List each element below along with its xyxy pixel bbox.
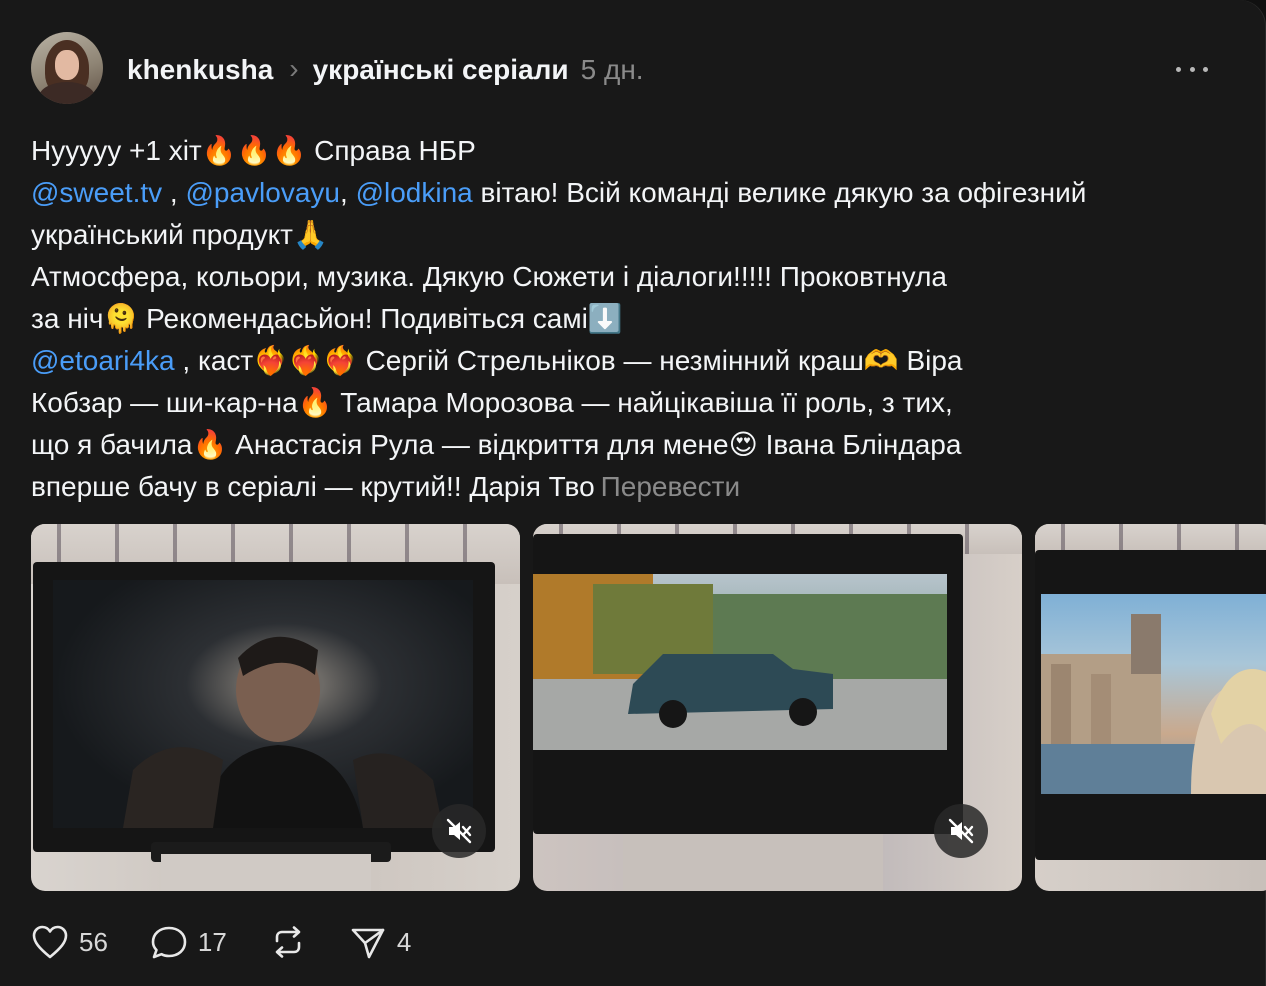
video-thumbnail[interactable] <box>31 524 520 891</box>
reply-button[interactable]: 17 <box>150 924 227 960</box>
media-carousel[interactable] <box>31 524 1266 891</box>
post-header: khenkusha › українські серіали 5 дн. <box>127 50 644 90</box>
repost-button[interactable] <box>269 924 307 960</box>
post-time[interactable]: 5 дн. <box>581 54 644 86</box>
post-text-line: Атмосфера, кольори, музика. Дякую Сюжети… <box>31 261 947 292</box>
mute-icon <box>446 818 472 844</box>
topic-link[interactable]: українські серіали <box>313 54 569 86</box>
translate-link[interactable]: Перевести <box>601 471 740 502</box>
video-thumbnail[interactable] <box>533 524 1022 891</box>
mute-icon <box>948 818 974 844</box>
post-text-line: що я бачила🔥 Анастасія Рула — відкриття … <box>31 429 962 460</box>
post-text-line: український продукт🙏 <box>31 219 328 250</box>
mute-button[interactable] <box>934 804 988 858</box>
chevron-right-icon: › <box>289 53 299 84</box>
share-count: 4 <box>396 926 412 957</box>
comment-icon <box>151 926 187 959</box>
video-thumbnail[interactable] <box>1035 524 1266 891</box>
like-button[interactable]: 56 <box>31 924 108 960</box>
username-link[interactable]: khenkusha <box>127 54 273 86</box>
repost-icon <box>275 926 301 958</box>
more-options-button[interactable] <box>1176 54 1208 84</box>
post-text-line: @etoari4ka , каст❤️‍🔥❤️‍🔥❤️‍🔥 Сергій Стр… <box>31 345 963 376</box>
post-actions: 56 17 4 <box>31 920 453 964</box>
reply-count: 17 <box>197 926 227 957</box>
mute-button[interactable] <box>432 804 486 858</box>
post-text-line: за ніч🫠 Рекомендасьйон! Подивіться самі⬇… <box>31 303 623 334</box>
mention-link[interactable]: @etoari4ka <box>31 345 175 376</box>
mention-link[interactable]: @lodkina <box>356 177 473 208</box>
more-horizontal-icon <box>1176 66 1181 72</box>
post-text-line: Нууууу +1 хіт🔥🔥🔥 Справа НБР <box>31 135 476 166</box>
mention-link[interactable]: @sweet.tv <box>31 177 162 208</box>
share-button[interactable]: 4 <box>349 924 411 960</box>
post-text-line: @sweet.tv , @pavlovayu, @lodkina вітаю! … <box>31 177 1087 208</box>
send-icon <box>351 928 385 959</box>
mention-link[interactable]: @pavlovayu <box>185 177 340 208</box>
post-text: Нууууу +1 хіт🔥🔥🔥 Справа НБР @sweet.tv , … <box>31 130 1221 508</box>
post-text-line: Кобзар — ши-кар-на🔥 Тамара Морозова — на… <box>31 387 953 418</box>
heart-icon <box>32 925 68 959</box>
post-card: khenkusha › українські серіали 5 дн. Нуу… <box>0 0 1266 986</box>
like-count: 56 <box>79 926 108 957</box>
post-text-line: вперше бачу в серіалі — крутий!! Дарія Т… <box>31 471 741 502</box>
avatar[interactable] <box>31 32 103 104</box>
